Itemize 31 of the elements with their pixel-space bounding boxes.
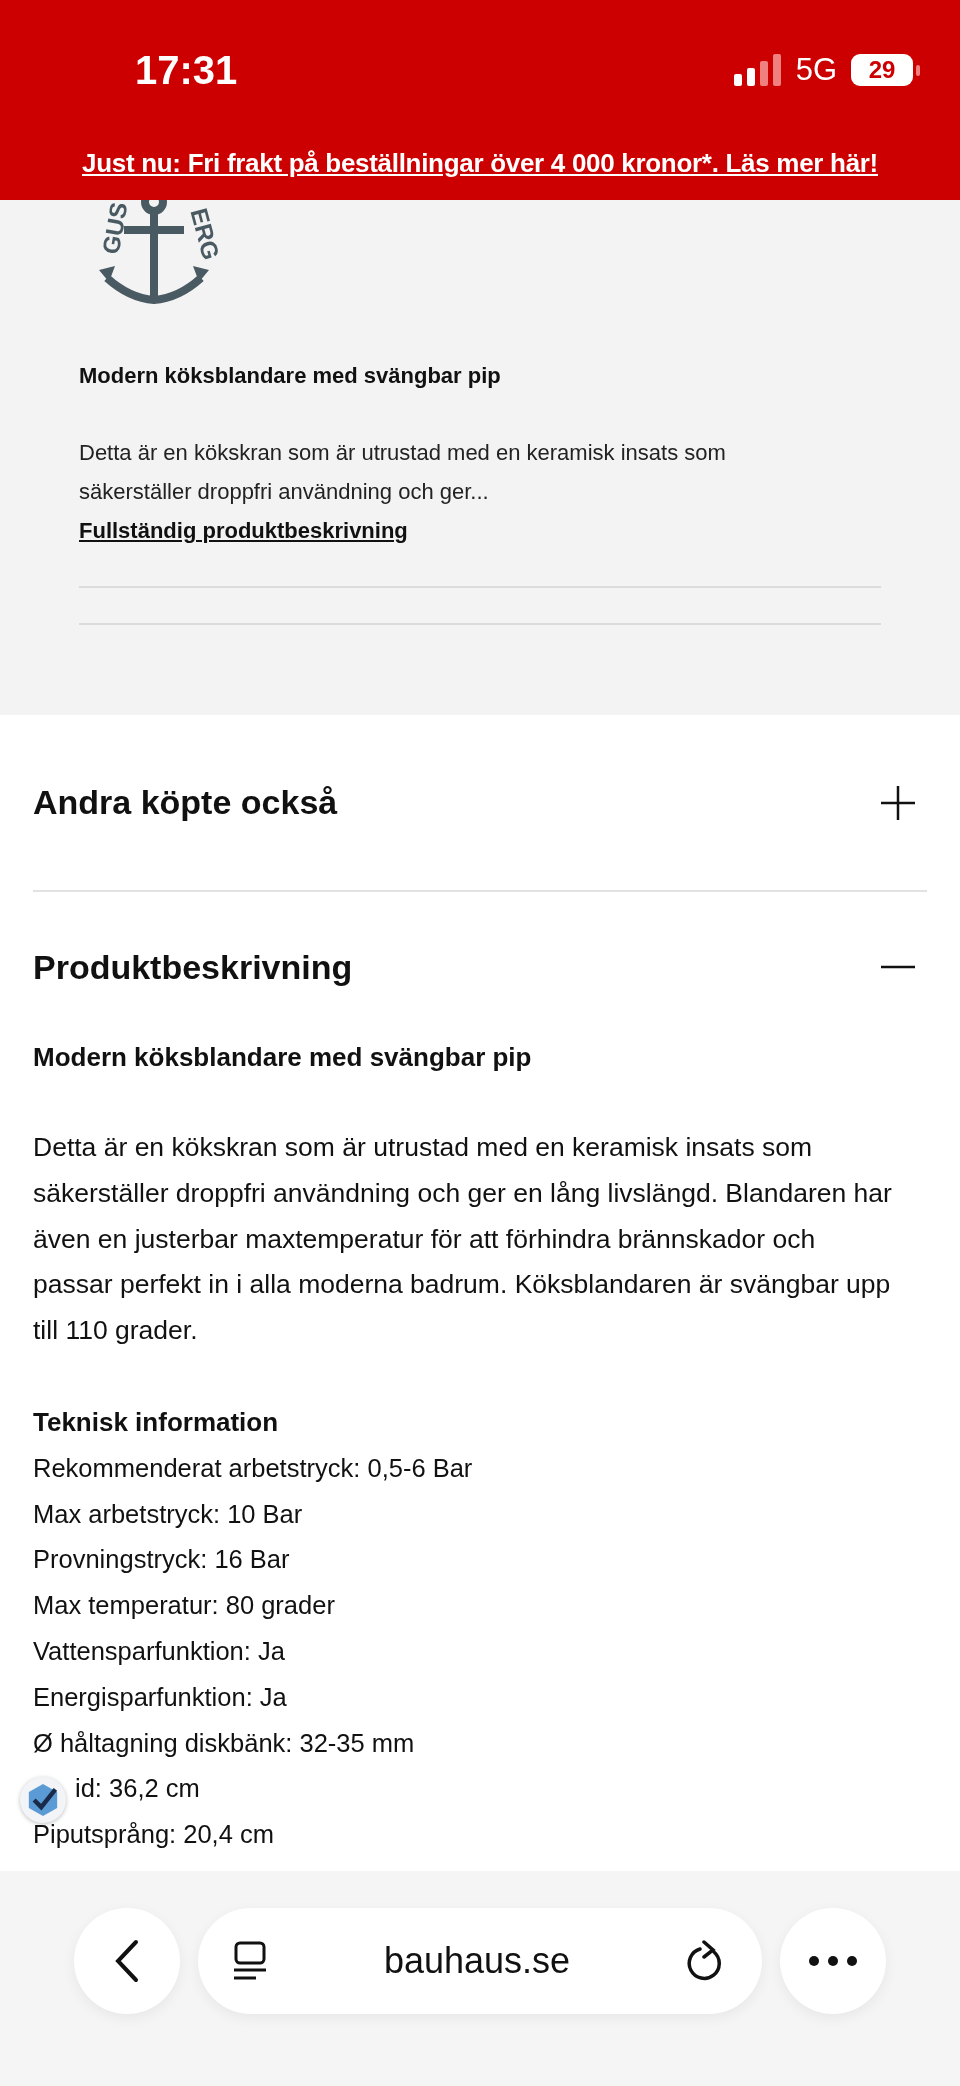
address-bar[interactable]: bauhaus.se: [198, 1908, 762, 2014]
description-title: Modern köksblandare med svängbar pip: [33, 1042, 533, 1073]
network-label: 5G: [795, 52, 837, 88]
section-heading[interactable]: Andra köpte också: [33, 783, 338, 822]
verified-badge-icon[interactable]: [20, 1777, 66, 1823]
spec-line: Provningstryck: 16 Bar: [33, 1544, 291, 1576]
logo-text: GUS: [96, 200, 133, 257]
tabs-icon[interactable]: [232, 1941, 268, 1981]
product-description: Detta är en kökskran som är utrustad med en keramisk insats som säkerställer droppfri användning och ger...: [79, 439, 727, 506]
promo-link[interactable]: Just nu: Fri frakt på beställningar över 4 000 kronor*. Läs mer här!: [0, 148, 960, 179]
reload-icon[interactable]: [686, 1940, 724, 1982]
spec-line: Max arbetstryck: 10 Bar: [33, 1498, 304, 1530]
spec-line: Piputsprång: 20,4 cm: [33, 1819, 275, 1851]
plus-icon[interactable]: [881, 785, 915, 820]
back-icon: [114, 1939, 140, 1983]
spec-line: id: 36,2 cm: [75, 1773, 200, 1805]
logo-text: ERG: [185, 205, 225, 263]
description-link[interactable]: Fullständig produktbeskrivning: [79, 511, 408, 550]
spec-line: Vattensparfunktion: Ja: [33, 1635, 286, 1667]
description-text: Detta är en kökskran som är utrustad med en keramisk insats som säkerställer droppfri användning och ger en lång livslängd. Blandaren har även en justerbar maxtemperatur för att förhindra brännskador och passar perfekt in i alla moderna badrum. Köksblandaren är svängbar upp till 110 grader.: [33, 1131, 893, 1348]
url-text[interactable]: bauhaus.se: [268, 1940, 686, 1982]
specs-heading: Teknisk information: [33, 1406, 280, 1439]
status-time: 17:31: [135, 47, 239, 93]
signal-icon: [733, 54, 782, 86]
more-icon: [808, 1955, 858, 1967]
spec-line: Max temperatur: 80 grader: [33, 1590, 336, 1622]
section-heading[interactable]: Produktbeskrivning: [33, 947, 353, 987]
product-title: Modern köksblandare med svängbar pip: [79, 363, 502, 389]
spec-line: Energisparfunktion: Ja: [33, 1681, 288, 1713]
spec-line: Rekommenderat arbetstryck: 0,5-6 Bar: [33, 1452, 474, 1484]
spec-line: Ø håltagning diskbänk: 32-35 mm: [33, 1727, 416, 1759]
